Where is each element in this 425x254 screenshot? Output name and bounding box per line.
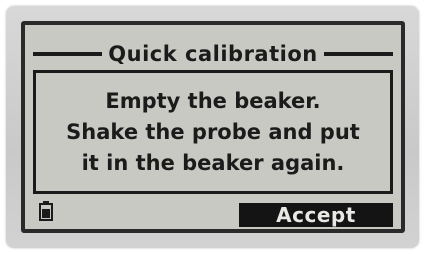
message-box: Empty the beaker. Shake the probe and pu… xyxy=(33,70,393,194)
screen-title: Quick calibration xyxy=(108,42,318,66)
message-line-2: Shake the probe and put xyxy=(66,119,360,144)
message-line-3: it in the beaker again. xyxy=(81,150,345,175)
accept-button[interactable]: Accept xyxy=(239,203,393,227)
title-rule-left xyxy=(33,52,103,56)
title-rule-right xyxy=(323,52,394,56)
message-line-1: Empty the beaker. xyxy=(105,88,321,113)
battery-icon xyxy=(39,201,53,221)
lcd-screen: Quick calibration Empty the beaker. Shak… xyxy=(21,21,405,233)
title-bar: Quick calibration xyxy=(33,39,394,69)
